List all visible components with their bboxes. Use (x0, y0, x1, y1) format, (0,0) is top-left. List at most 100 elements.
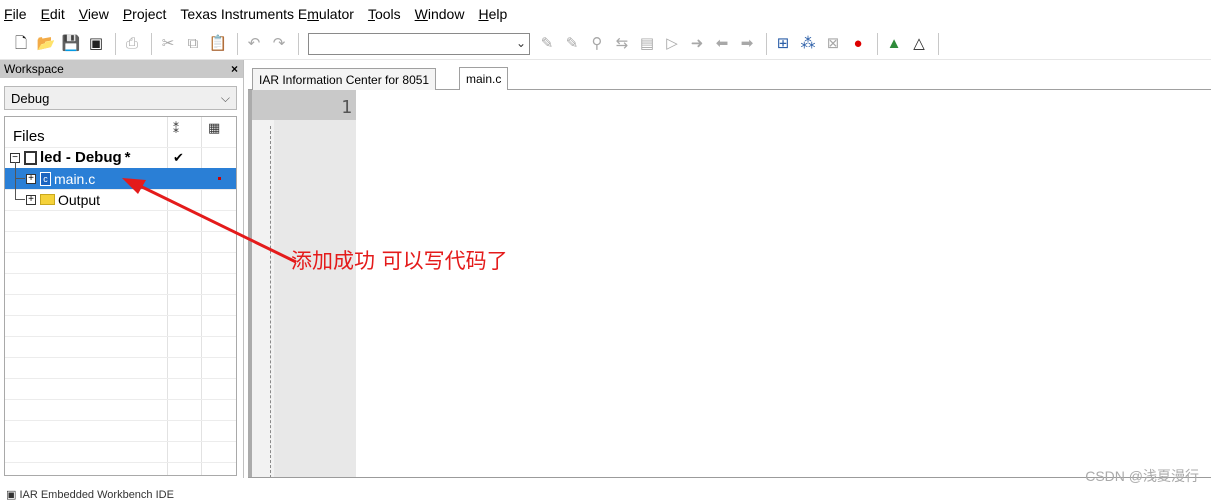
menu-window[interactable]: Window (415, 0, 465, 28)
folder-icon (40, 194, 55, 205)
folder-name: Output (58, 191, 101, 208)
workspace-title-bar[interactable]: Workspace × (0, 60, 243, 78)
expand-icon[interactable]: + (26, 173, 36, 184)
find-in-files-icon[interactable]: ⚲ (586, 33, 608, 55)
files-tree: Files ⁑ ▦ − led - Debug * ✔ + c main.c +… (4, 116, 237, 476)
annotation-text: 添加成功 可以写代码了 (291, 249, 508, 273)
print-icon[interactable]: ⎙ (121, 33, 143, 55)
navigate-forward-icon[interactable]: ➡ (736, 33, 758, 55)
options-icon[interactable]: ▦ (208, 120, 220, 136)
row-divider (5, 336, 236, 337)
tree-connector (15, 162, 16, 200)
menu-project-mnemonic: P (122, 6, 133, 22)
code-editor[interactable]: 1 (252, 90, 1211, 478)
row-divider (5, 399, 236, 400)
row-divider (5, 210, 236, 211)
menu-edit-mnemonic: E (40, 6, 50, 22)
tab-label: main.c (466, 72, 502, 86)
tab-label: IAR Information Center for 8051 (259, 72, 430, 87)
expand-icon[interactable]: + (26, 194, 36, 205)
toolbar-separator (115, 32, 116, 55)
find-combo[interactable]: ⌄ (308, 32, 530, 55)
fold-guide (270, 126, 271, 478)
status-bar: ▣ IAR Embedded Workbench IDE (0, 488, 800, 500)
compile-icon[interactable]: ⊞ (772, 33, 794, 55)
cut-icon[interactable]: ✂ (157, 33, 179, 55)
menu-file-mnemonic: F (4, 6, 13, 22)
line-number: 1 (341, 97, 352, 118)
row-divider (5, 378, 236, 379)
project-modified-marker: * (124, 149, 131, 166)
row-divider (5, 294, 236, 295)
new-file-icon[interactable]: 🗋 (10, 33, 32, 55)
toggle-bookmark-icon[interactable]: ▷ (661, 33, 683, 55)
status-text: IAR Embedded Workbench IDE (19, 489, 174, 500)
goto-line-icon[interactable]: ▤ (636, 33, 658, 55)
close-icon[interactable]: × (231, 62, 238, 76)
toolbar-separator (938, 32, 939, 55)
sort-icon[interactable]: ⁑ (173, 122, 179, 136)
menu-view[interactable]: View (79, 0, 109, 28)
row-divider (5, 252, 236, 253)
project-checkmark: ✔ (173, 149, 184, 165)
editor-tab-bar: IAR Information Center for 8051 main.c (248, 60, 1211, 90)
redo-icon[interactable]: ↷ (268, 33, 290, 55)
workspace-title: Workspace (4, 62, 64, 76)
save-icon[interactable]: 💾 (60, 33, 82, 55)
stop-build-icon[interactable]: ⊠ (822, 33, 844, 55)
menu-file-label: ile (12, 6, 27, 22)
row-divider (5, 420, 236, 421)
menu-edit[interactable]: Edit (41, 0, 65, 28)
tree-item-main-c[interactable]: + c main.c (5, 168, 236, 189)
menu-ti-emulator[interactable]: Texas Instruments Emulator (180, 0, 354, 28)
chevron-down-icon: ⌄ (515, 35, 526, 50)
menu-view-mnemonic: V (78, 6, 88, 22)
menu-tools-mnemonic: T (367, 6, 375, 22)
menu-help-label: elp (488, 6, 508, 22)
tree-connector (15, 178, 25, 179)
chevron-down-icon: ⌵ (220, 90, 230, 105)
project-name: led - Debug (40, 149, 122, 166)
find-next-icon[interactable]: ✎ (536, 33, 558, 55)
tab-main-c[interactable]: main.c (459, 67, 509, 90)
menu-help-mnemonic: H (478, 6, 489, 22)
row-divider (5, 231, 236, 232)
configuration-select[interactable]: Debug ⌵ (4, 86, 237, 110)
tab-iar-information-center[interactable]: IAR Information Center for 8051 (252, 68, 437, 90)
modified-dot (218, 177, 221, 180)
menu-help[interactable]: Help (478, 0, 507, 28)
replace-icon[interactable]: ⇆ (611, 33, 633, 55)
menu-bar: File Edit View Project Texas Instruments… (0, 0, 1211, 28)
files-header-label: Files (13, 127, 45, 145)
undo-icon[interactable]: ↶ (243, 33, 265, 55)
project-row[interactable]: − led - Debug * ✔ (5, 147, 236, 168)
menu-project[interactable]: Project (123, 0, 167, 28)
menu-edit-label: dit (49, 6, 65, 22)
row-divider (5, 462, 236, 463)
make-icon[interactable]: ⁂ (797, 33, 819, 55)
next-bookmark-icon[interactable]: ➜ (686, 33, 708, 55)
save-all-icon[interactable]: ▣ (85, 33, 107, 55)
toolbar-separator (298, 32, 299, 55)
editor-border (248, 477, 1211, 478)
open-file-icon[interactable]: 📂 (35, 33, 57, 55)
tree-item-output[interactable]: + Output (5, 189, 236, 210)
download-and-debug-icon[interactable]: ▲ (883, 33, 905, 55)
navigate-backward-icon[interactable]: ⬅ (711, 33, 733, 55)
toggle-breakpoint-icon[interactable]: ● (847, 33, 869, 55)
toolbar-separator (766, 32, 767, 55)
debug-without-download-icon[interactable]: △ (908, 33, 930, 55)
toolbar-separator (151, 32, 152, 55)
menu-view-label: iew (87, 6, 109, 22)
copy-icon[interactable]: ⧉ (182, 33, 204, 55)
collapse-icon[interactable]: − (10, 152, 20, 163)
c-file-icon: c (40, 171, 51, 186)
toolbar-separator (237, 32, 238, 55)
file-name: main.c (54, 170, 96, 187)
row-divider (5, 441, 236, 442)
paste-icon[interactable]: 📋 (207, 33, 229, 55)
menu-file[interactable]: File (4, 0, 27, 28)
menu-tools[interactable]: Tools (368, 0, 401, 28)
files-header: Files ⁑ ▦ (5, 117, 236, 147)
find-previous-icon[interactable]: ✎ (561, 33, 583, 55)
